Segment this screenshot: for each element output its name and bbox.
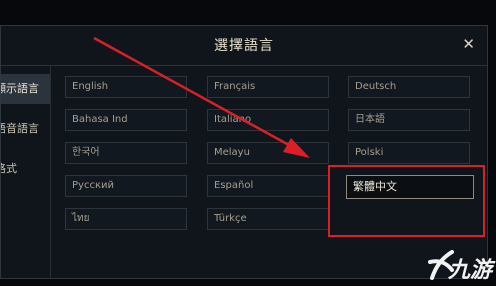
language-option-russian[interactable]: Русский — [65, 175, 187, 197]
watermark-text: 九游 — [448, 258, 493, 283]
language-option-korean[interactable]: 한국어 — [65, 142, 187, 164]
language-option-indonesian[interactable]: Bahasa Ind — [65, 109, 187, 131]
language-option-malay[interactable]: Melayu — [207, 142, 329, 164]
sidebar-item-format[interactable]: 格式 — [1, 154, 50, 184]
language-option-italian[interactable]: Italiano — [207, 109, 329, 131]
language-option-english[interactable]: English — [65, 76, 187, 98]
language-option-japanese[interactable]: 日本語 — [348, 109, 470, 131]
sidebar-item-voice-language[interactable]: 語音語言 — [1, 114, 50, 144]
annotation-highlight-box — [328, 165, 485, 237]
close-icon[interactable]: ✕ — [462, 35, 475, 53]
dialog-title: 選擇語言 — [214, 38, 274, 54]
language-option-french[interactable]: Français — [207, 76, 329, 98]
settings-sidebar: 顯示語言 語音語言 格式 — [1, 66, 51, 278]
language-option-thai[interactable]: ไทย — [65, 208, 187, 230]
dialog-title-bar: 選擇語言 ✕ — [1, 26, 487, 66]
sidebar-item-display-language[interactable]: 顯示語言 — [1, 74, 50, 104]
language-option-spanish[interactable]: Español — [207, 175, 329, 197]
language-option-polish[interactable]: Polski — [348, 142, 470, 164]
language-option-turkish[interactable]: Türkçe — [207, 208, 329, 230]
language-option-german[interactable]: Deutsch — [348, 76, 470, 98]
